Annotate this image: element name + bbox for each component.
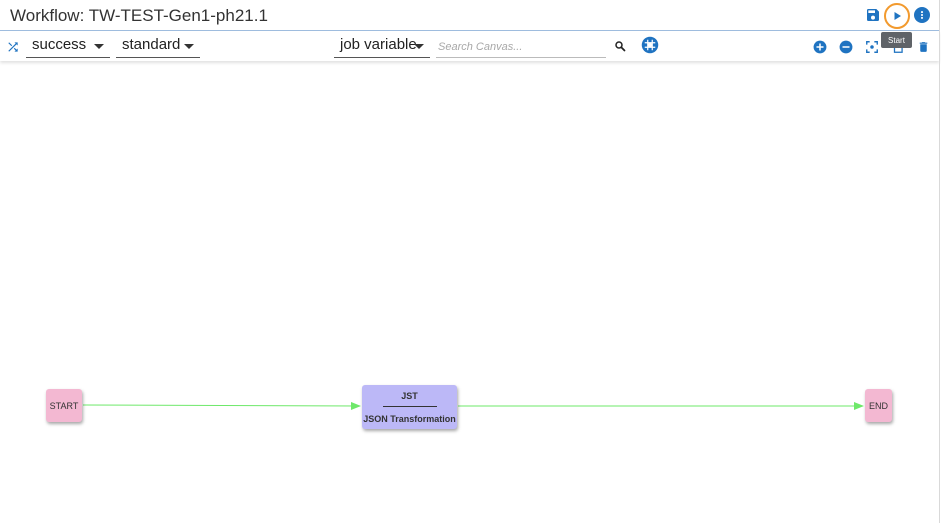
shuffle-button[interactable]: [4, 38, 22, 56]
mode-select[interactable]: standard: [116, 35, 200, 58]
zoom-out-icon: [839, 40, 852, 53]
fit-screen-icon: [865, 40, 878, 53]
search-icon: [615, 41, 626, 52]
variable-select[interactable]: job variable: [334, 35, 430, 58]
shuffle-icon: [8, 42, 18, 52]
zoom-in-icon: [813, 40, 826, 53]
layout-icon: [641, 36, 659, 54]
canvas-toolbar: success standard job variable: [0, 31, 939, 61]
search-input[interactable]: [436, 35, 605, 59]
save-icon: [867, 9, 879, 21]
node-end[interactable]: END: [865, 389, 892, 422]
node-end-label: END: [868, 400, 888, 411]
zoom-in-button[interactable]: [812, 39, 827, 54]
delete-icon: [919, 41, 928, 52]
workflow-canvas[interactable]: [0, 62, 939, 522]
delete-button[interactable]: [916, 39, 931, 54]
edge-start-to-jst: [82, 401, 361, 410]
start-button[interactable]: [884, 3, 910, 29]
chevron-down-icon: [414, 44, 424, 49]
search-field[interactable]: [436, 35, 606, 59]
node-jst-label: JST: [401, 390, 418, 401]
status-select[interactable]: success: [26, 35, 110, 58]
node-jst[interactable]: JST JSON Transformation: [362, 385, 457, 429]
save-button[interactable]: [864, 6, 882, 24]
node-start-label: START: [49, 400, 79, 411]
play-icon: [894, 12, 901, 20]
layout-button[interactable]: [640, 35, 660, 55]
title-bar: Workflow: TW-TEST-Gen1-ph21.1: [0, 0, 939, 31]
chevron-down-icon: [94, 44, 104, 49]
variable-select-value: job variable: [340, 36, 417, 53]
node-divider: [382, 405, 437, 407]
chevron-down-icon: [184, 44, 194, 49]
node-start[interactable]: START: [46, 389, 82, 422]
more-options-button[interactable]: [914, 7, 930, 23]
page-title: Workflow: TW-TEST-Gen1-ph21.1: [10, 6, 268, 25]
more-vert-icon: [920, 11, 924, 19]
canvas-border: [939, 0, 940, 523]
fit-screen-button[interactable]: [864, 39, 879, 54]
search-button[interactable]: [612, 38, 628, 54]
node-jst-sublabel: JSON Transformation: [363, 413, 456, 424]
start-tooltip: Start: [881, 32, 912, 48]
mode-select-value: standard: [122, 36, 181, 53]
status-select-value: success: [32, 36, 87, 53]
zoom-out-button[interactable]: [838, 39, 853, 54]
